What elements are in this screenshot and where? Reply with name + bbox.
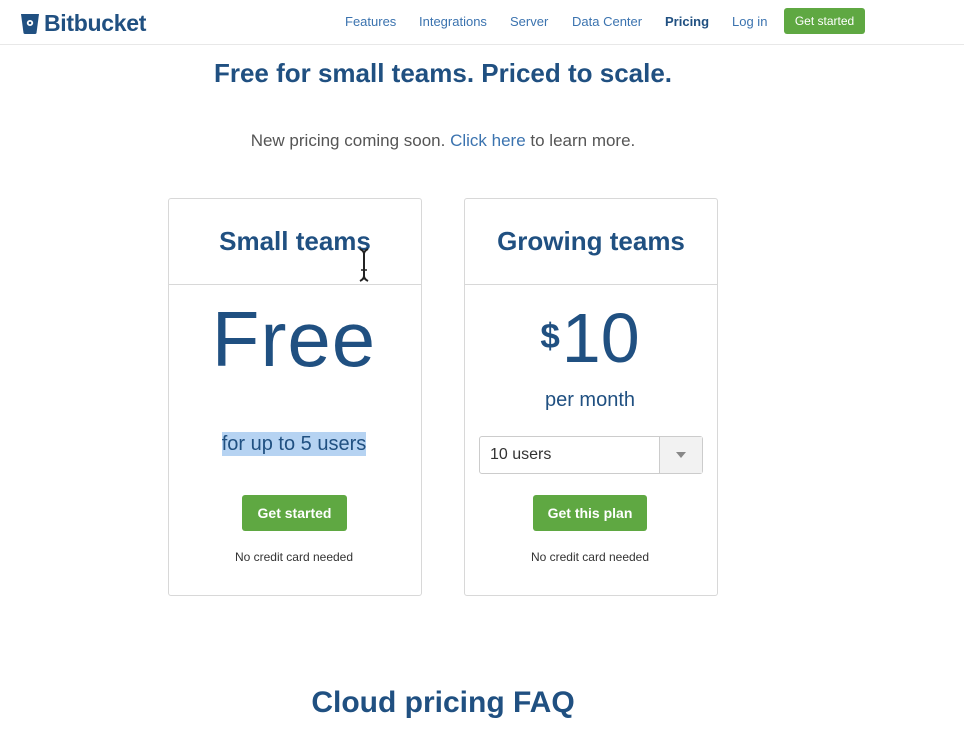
nav-server-link[interactable]: Server <box>510 14 548 29</box>
small-teams-user-limit-text: for up to 5 users <box>221 432 367 456</box>
nav-data-center-link[interactable]: Data Center <box>572 14 642 29</box>
price-currency: $ <box>540 317 560 356</box>
get-this-plan-button[interactable]: Get this plan <box>533 495 647 531</box>
small-teams-get-started-button[interactable]: Get started <box>242 495 347 531</box>
nav-login-link[interactable]: Log in <box>732 14 767 29</box>
price-period: per month <box>544 389 636 411</box>
header-get-started-button[interactable]: Get started <box>784 8 865 34</box>
small-teams-no-credit-card-note: No credit card needed <box>234 550 354 564</box>
nav-integrations-link[interactable]: Integrations <box>419 14 487 29</box>
small-teams-plan-card: Small teams <box>168 198 422 596</box>
bitbucket-logo[interactable]: Bitbucket <box>20 10 146 37</box>
pricing-notice: New pricing coming soon. Click here to l… <box>0 131 886 151</box>
small-teams-user-limit: for up to 5 users <box>168 432 420 456</box>
growing-teams-price: $ 10 <box>464 303 716 373</box>
dropdown-toggle[interactable] <box>659 437 702 473</box>
top-navigation-bar: Bitbucket Features Integrations Server D… <box>0 0 964 45</box>
notice-text-after: to learn more. <box>525 131 636 150</box>
user-count-select[interactable]: 10 users <box>479 436 703 474</box>
price-amount: 10 <box>561 299 640 377</box>
growing-teams-no-credit-card-note: No credit card needed <box>530 550 650 564</box>
growing-teams-title: Growing teams <box>465 199 717 285</box>
brand-name: Bitbucket <box>44 10 147 36</box>
nav-pricing-link[interactable]: Pricing <box>665 14 709 29</box>
page-headline: Free for small teams. Priced to scale. <box>213 58 673 88</box>
user-count-selected-value: 10 users <box>490 446 552 463</box>
bitbucket-bucket-icon <box>21 13 39 34</box>
cloud-pricing-faq-heading: Cloud pricing FAQ <box>311 686 575 719</box>
triangle-down-icon <box>676 452 686 458</box>
text-cursor-icon <box>359 248 369 282</box>
small-teams-title: Small teams <box>169 199 421 285</box>
notice-link[interactable]: Click here <box>450 131 526 150</box>
notice-text-before: New pricing coming soon. <box>250 131 451 150</box>
nav-features-link[interactable]: Features <box>345 14 396 29</box>
small-teams-price: Free <box>211 295 377 383</box>
